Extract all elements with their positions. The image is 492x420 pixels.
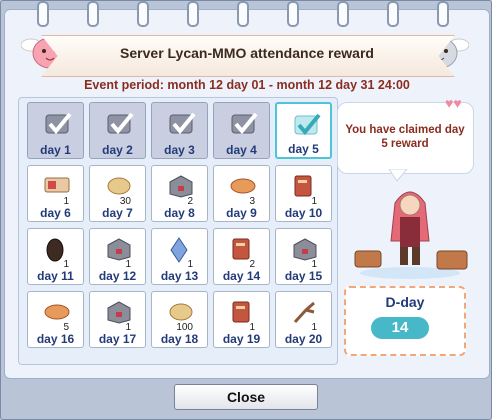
dday-label: D-day <box>385 294 425 310</box>
day-label: day 8 <box>164 206 195 220</box>
day-label: day 12 <box>98 269 137 283</box>
day-label: day 1 <box>40 143 71 157</box>
binder-ring-icon <box>187 1 199 27</box>
day-label: day 14 <box>222 269 261 283</box>
binder-ring-icon <box>237 1 249 27</box>
reward-cell-1[interactable]: day 1 <box>27 102 84 159</box>
binder-ring-icon <box>87 1 99 27</box>
day-label: day 3 <box>164 143 195 157</box>
reward-cell-5[interactable]: day 5 <box>275 102 332 159</box>
binder-ring-icon <box>437 1 449 27</box>
reward-cell-8[interactable]: 2 day 8 <box>151 165 208 222</box>
reward-cell-9[interactable]: 3 day 9 <box>213 165 270 222</box>
day-label: day 19 <box>222 332 261 346</box>
reward-cell-14[interactable]: 2 day 14 <box>213 228 270 285</box>
binder-ring-icon <box>287 1 299 27</box>
day-label: day 18 <box>160 332 199 346</box>
reward-cell-4[interactable]: day 4 <box>213 102 270 159</box>
reward-cell-16[interactable]: 5 day 16 <box>27 291 84 348</box>
day-label: day 6 <box>40 206 71 220</box>
day-label: day 9 <box>226 206 257 220</box>
claim-message: You have claimed day 5 reward <box>345 124 465 150</box>
event-period: Event period: month 12 day 01 - month 12… <box>84 78 410 92</box>
check-icon <box>293 112 321 143</box>
binder-ring-icon <box>137 1 149 27</box>
binder-ring-icon <box>37 1 49 27</box>
day-label: day 15 <box>284 269 323 283</box>
day-label: day 2 <box>102 143 133 157</box>
reward-cell-15[interactable]: 1 day 15 <box>275 228 332 285</box>
day-label: day 11 <box>37 269 74 283</box>
binder-ring-icon <box>337 1 349 27</box>
reward-cell-12[interactable]: 1 day 12 <box>89 228 146 285</box>
dday-value: 14 <box>371 317 429 339</box>
day-label: day 17 <box>98 332 137 346</box>
reward-cell-7[interactable]: 30 day 7 <box>89 165 146 222</box>
check-icon <box>44 111 72 142</box>
day-label: day 5 <box>288 142 319 156</box>
reward-cell-17[interactable]: 1 day 17 <box>89 291 146 348</box>
check-icon <box>168 111 196 142</box>
attendance-window: Server Lycan-MMO attendance reward Event… <box>0 0 492 420</box>
day-label: day 7 <box>102 206 133 220</box>
hearts-icon: ♥♥ <box>445 95 462 111</box>
reward-cell-11[interactable]: 1 day 11 <box>27 228 84 285</box>
reward-cell-2[interactable]: day 2 <box>89 102 146 159</box>
check-icon <box>230 111 258 142</box>
reward-cell-10[interactable]: 1 day 10 <box>275 165 332 222</box>
reward-cell-13[interactable]: 1 day 13 <box>151 228 208 285</box>
close-button[interactable]: Close <box>174 384 318 410</box>
day-label: day 10 <box>284 206 323 220</box>
character-sprite-icon <box>354 191 468 279</box>
check-icon <box>106 111 134 142</box>
day-label: day 13 <box>160 269 199 283</box>
reward-cell-18[interactable]: 100 day 18 <box>151 291 208 348</box>
day-label: day 20 <box>284 332 323 346</box>
window-title: Server Lycan-MMO attendance reward <box>120 45 374 61</box>
day-label: day 4 <box>226 143 257 157</box>
reward-cell-3[interactable]: day 3 <box>151 102 208 159</box>
binder-ring-icon <box>387 1 399 27</box>
reward-cell-20[interactable]: 1 day 20 <box>275 291 332 348</box>
reward-cell-6[interactable]: 1 day 6 <box>27 165 84 222</box>
day-label: day 16 <box>36 332 75 346</box>
reward-cell-19[interactable]: 1 day 19 <box>213 291 270 348</box>
